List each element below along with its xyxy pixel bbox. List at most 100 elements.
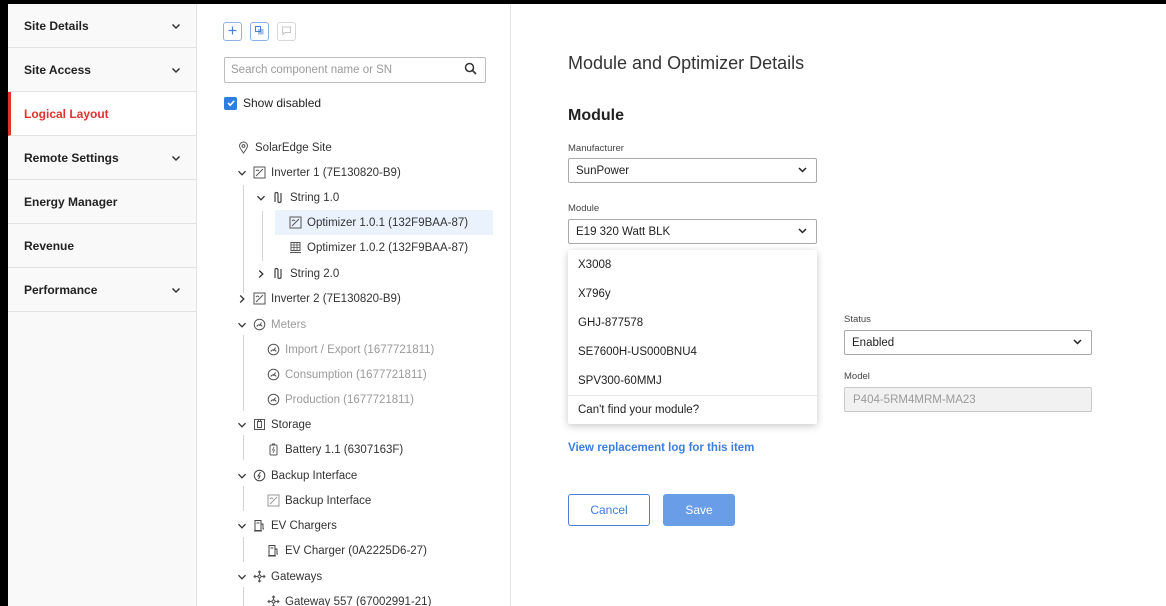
chevron-down-icon[interactable] bbox=[237, 521, 247, 531]
module-option[interactable]: X796y bbox=[568, 279, 817, 308]
manufacturer-label: Manufacturer bbox=[568, 143, 624, 154]
module-label: Module bbox=[568, 203, 600, 214]
show-disabled-checkbox[interactable] bbox=[224, 96, 237, 110]
chevron-down-icon[interactable] bbox=[237, 168, 247, 178]
string-icon bbox=[272, 191, 285, 204]
sidebar-item-label: Logical Layout bbox=[24, 106, 109, 121]
tree-node-battery[interactable]: Battery 1.1 (6307163F) bbox=[267, 437, 403, 462]
tree-node-inverter-1[interactable]: Inverter 1 (7E130820-B9) bbox=[237, 160, 401, 185]
meter-icon bbox=[267, 343, 280, 356]
sidebar-item-site-details[interactable]: Site Details bbox=[8, 4, 196, 48]
chevron-down-icon[interactable] bbox=[237, 471, 247, 481]
chevron-down-icon bbox=[170, 152, 182, 164]
section-title-module: Module bbox=[568, 107, 624, 124]
sidebar-item-label: Energy Manager bbox=[24, 194, 118, 209]
component-tree-panel: Show disabled SolarEdge Site Inverter 1 … bbox=[197, 4, 511, 606]
chevron-down-icon[interactable] bbox=[237, 420, 247, 430]
comment-button[interactable] bbox=[277, 22, 296, 41]
module-option[interactable]: GHJ-877578 bbox=[568, 308, 817, 337]
status-label: Status bbox=[844, 314, 871, 325]
tree-node-gateways[interactable]: Gateways bbox=[237, 564, 322, 589]
status-value: Enabled bbox=[852, 336, 895, 349]
location-pin-icon bbox=[237, 141, 250, 154]
comment-icon bbox=[281, 24, 292, 39]
chevron-down-icon[interactable] bbox=[256, 193, 266, 203]
copy-icon bbox=[254, 24, 265, 39]
copy-component-button[interactable] bbox=[250, 22, 269, 41]
status-select[interactable]: Enabled bbox=[844, 330, 1092, 355]
module-option[interactable]: SPV300-60MMJ bbox=[568, 366, 817, 395]
tree-guide-line bbox=[243, 435, 244, 460]
details-panel: Module and Optimizer Details Module Manu… bbox=[511, 4, 1166, 606]
tree-node-meters[interactable]: Meters bbox=[237, 312, 306, 337]
chevron-right-icon[interactable] bbox=[256, 269, 266, 279]
app-window: Site Details Site Access Logical Layout … bbox=[8, 4, 1166, 606]
chevron-down-icon[interactable] bbox=[237, 572, 247, 582]
chevron-down-icon bbox=[797, 225, 808, 239]
tree-node-ev-chargers[interactable]: EV Chargers bbox=[237, 513, 337, 538]
model-value: P404-5RM4MRM-MA23 bbox=[853, 393, 976, 406]
search-input[interactable] bbox=[231, 64, 464, 76]
tree-node-backup-interface[interactable]: Backup Interface bbox=[267, 488, 371, 513]
sidebar-item-site-access[interactable]: Site Access bbox=[8, 48, 196, 92]
tree-node-optimizer-1-0-1[interactable]: Optimizer 1.0.1 (132F9BAA-87) bbox=[275, 210, 493, 235]
inverter-icon bbox=[253, 166, 266, 179]
sidebar-item-performance[interactable]: Performance bbox=[8, 268, 196, 312]
meter-icon bbox=[267, 368, 280, 381]
sidebar-item-energy-manager[interactable]: Energy Manager bbox=[8, 180, 196, 224]
battery-icon bbox=[267, 443, 280, 456]
sidebar-item-logical-layout[interactable]: Logical Layout bbox=[8, 92, 196, 136]
chevron-down-icon bbox=[1072, 336, 1083, 350]
sidebar-item-label: Revenue bbox=[24, 238, 75, 253]
chevron-down-icon bbox=[797, 164, 808, 178]
manufacturer-value: SunPower bbox=[576, 164, 630, 177]
save-button[interactable]: Save bbox=[663, 494, 735, 526]
meter-icon bbox=[267, 393, 280, 406]
search-icon[interactable] bbox=[464, 62, 477, 78]
tree-node-string-2[interactable]: String 2.0 bbox=[256, 261, 339, 286]
tree-guide-line bbox=[243, 486, 244, 511]
show-disabled-toggle[interactable]: Show disabled bbox=[224, 96, 321, 110]
page-title: Module and Optimizer Details bbox=[568, 53, 805, 73]
tree-node-optimizer-1-0-2[interactable]: Optimizer 1.0.2 (132F9BAA-87) bbox=[289, 235, 468, 260]
optimizer-icon bbox=[289, 216, 302, 229]
module-select[interactable]: E19 320 Watt BLK bbox=[568, 219, 817, 244]
cant-find-module-option[interactable]: Can't find your module? bbox=[568, 395, 817, 424]
tree-node-storage[interactable]: Storage bbox=[237, 412, 311, 437]
tree-node-production-meter[interactable]: Production (1677721811) bbox=[267, 387, 414, 412]
module-option[interactable]: SE7600H-US000BNU4 bbox=[568, 337, 817, 366]
module-option[interactable]: X3008 bbox=[568, 250, 817, 279]
view-replacement-log-link[interactable]: View replacement log for this item bbox=[568, 442, 754, 454]
module-dropdown-menu: X3008 X796y GHJ-877578 SE7600H-US000BNU4… bbox=[568, 250, 817, 424]
optimizer-module-icon bbox=[289, 241, 302, 254]
ev-charger-icon bbox=[253, 519, 266, 532]
inverter-icon bbox=[267, 494, 280, 507]
tree-node-inverter-2[interactable]: Inverter 2 (7E130820-B9) bbox=[237, 286, 401, 311]
chevron-down-icon[interactable] bbox=[237, 320, 247, 330]
sidebar-item-label: Performance bbox=[24, 282, 98, 297]
gateway-icon bbox=[253, 570, 266, 583]
tree-node-site[interactable]: SolarEdge Site bbox=[237, 135, 332, 160]
tree-node-consumption-meter[interactable]: Consumption (1677721811) bbox=[267, 362, 427, 387]
inverter-icon bbox=[253, 292, 266, 305]
chevron-down-icon bbox=[170, 284, 182, 296]
sidebar-item-label: Site Access bbox=[24, 62, 91, 77]
tree-node-backup-interface-group[interactable]: Backup Interface bbox=[237, 463, 357, 488]
tree-guide-line bbox=[243, 335, 244, 411]
add-component-button[interactable] bbox=[223, 22, 242, 41]
cancel-button[interactable]: Cancel bbox=[568, 494, 650, 526]
plus-icon bbox=[227, 24, 238, 39]
string-icon bbox=[272, 267, 285, 280]
module-value: E19 320 Watt BLK bbox=[576, 225, 671, 238]
sidebar-item-revenue[interactable]: Revenue bbox=[8, 224, 196, 268]
sidebar-item-remote-settings[interactable]: Remote Settings bbox=[8, 136, 196, 180]
manufacturer-select[interactable]: SunPower bbox=[568, 158, 817, 183]
storage-icon bbox=[253, 418, 266, 431]
meter-icon bbox=[253, 318, 266, 331]
tree-node-gateway[interactable]: Gateway 557 (67002991-21) bbox=[267, 589, 431, 606]
tree-node-import-export-meter[interactable]: Import / Export (1677721811) bbox=[267, 337, 434, 362]
tree-node-string-1[interactable]: String 1.0 bbox=[256, 185, 339, 210]
tree-node-ev-charger[interactable]: EV Charger (0A2225D6-27) bbox=[267, 538, 427, 563]
chevron-right-icon[interactable] bbox=[237, 294, 247, 304]
tree-guide-line bbox=[243, 587, 244, 606]
